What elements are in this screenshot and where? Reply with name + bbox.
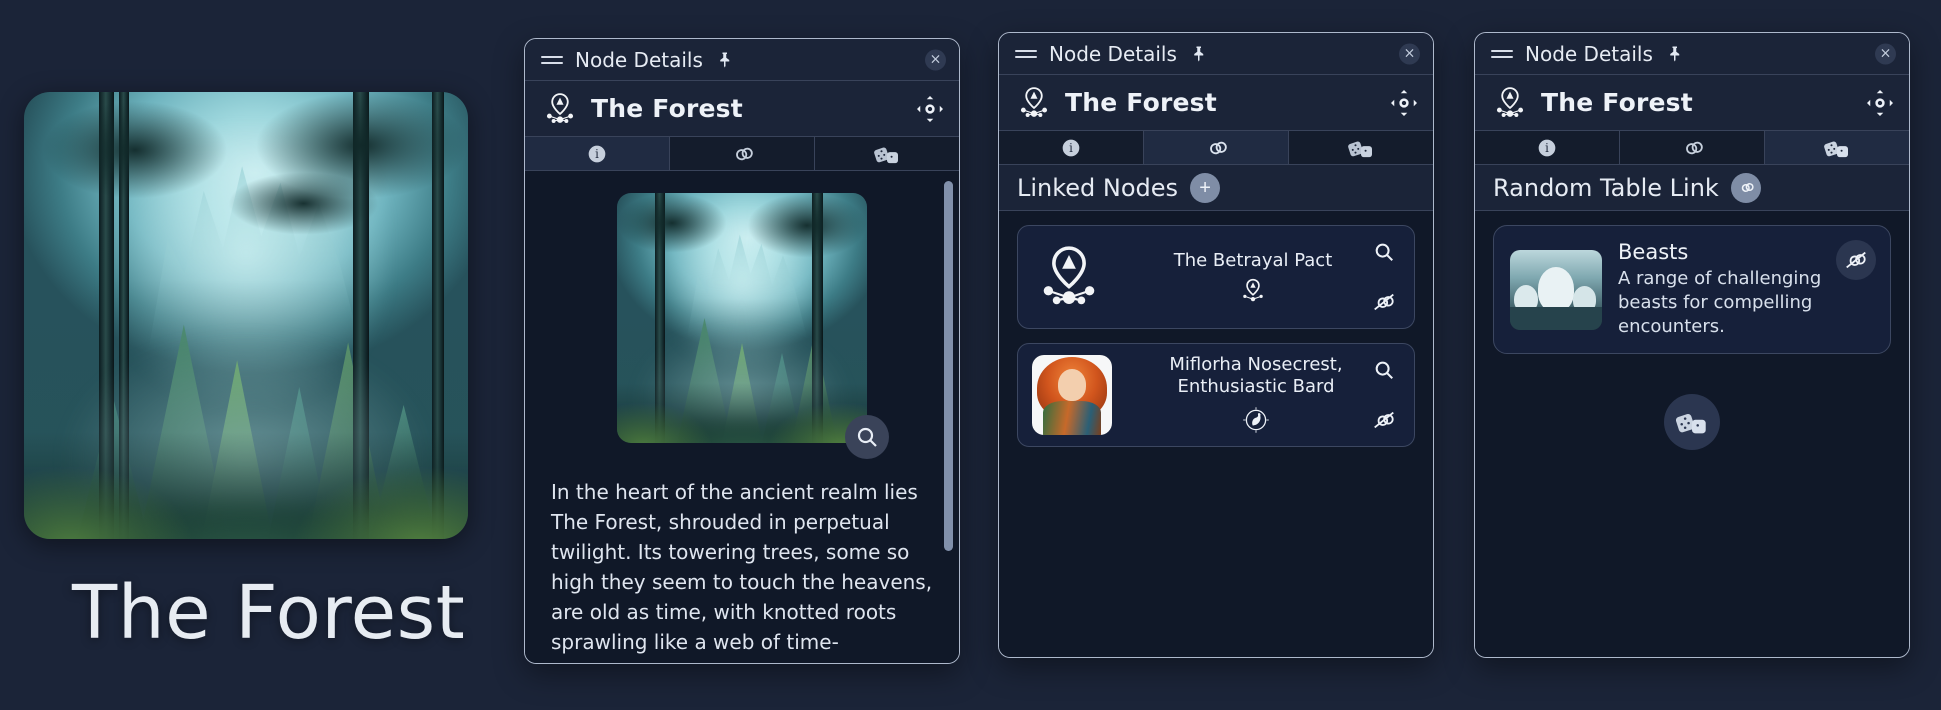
pin-icon[interactable] bbox=[1665, 44, 1683, 64]
image-thumbnail-wrapper bbox=[617, 193, 889, 459]
list-item[interactable]: Beasts A range of challenging beasts for… bbox=[1493, 225, 1891, 354]
page-title: The Forest bbox=[72, 570, 466, 656]
portrait-art bbox=[1032, 355, 1112, 435]
beasts-artwork bbox=[1510, 249, 1602, 330]
tab-bar[interactable]: i bbox=[525, 137, 959, 171]
table-thumbnail bbox=[1510, 249, 1602, 330]
section-label: Random Table Link bbox=[1493, 173, 1719, 202]
panel-body-info: In the heart of the ancient realm lies T… bbox=[525, 171, 959, 663]
tab-info[interactable]: i bbox=[1475, 131, 1620, 164]
map-node-pin-icon bbox=[543, 92, 577, 126]
panel-title: Node Details bbox=[1525, 41, 1653, 66]
forest-thumbnail-art bbox=[617, 193, 867, 443]
tab-links[interactable] bbox=[1144, 131, 1289, 164]
forest-artwork bbox=[24, 92, 468, 539]
table-description: A range of challenging beasts for compel… bbox=[1618, 268, 1822, 337]
close-icon[interactable]: × bbox=[1875, 43, 1896, 64]
node-image[interactable] bbox=[617, 193, 867, 443]
map-node-pin-icon bbox=[1032, 244, 1106, 310]
linked-nodes-list: The Betrayal Pact Miflorha Nosecrest, En… bbox=[999, 211, 1433, 461]
magnify-icon[interactable] bbox=[1370, 238, 1398, 266]
hamburger-icon[interactable] bbox=[1015, 47, 1037, 61]
linked-nodes-section-header: Linked Nodes + bbox=[999, 165, 1433, 211]
magnify-icon[interactable] bbox=[845, 415, 889, 459]
vertical-scrollbar[interactable] bbox=[944, 181, 953, 551]
unlink-icon[interactable] bbox=[1836, 240, 1876, 280]
linked-node-title: The Betrayal Pact bbox=[1173, 250, 1333, 271]
random-table-list: Beasts A range of challenging beasts for… bbox=[1475, 211, 1909, 464]
node-summary-row: The Forest bbox=[1475, 75, 1909, 131]
svg-text:i: i bbox=[595, 147, 599, 161]
focus-target-icon[interactable] bbox=[917, 95, 943, 122]
dice-icon[interactable] bbox=[1664, 394, 1720, 450]
node-description: In the heart of the ancient realm lies T… bbox=[551, 480, 933, 654]
close-icon[interactable]: × bbox=[1399, 43, 1420, 64]
map-node-pin-icon bbox=[1017, 86, 1051, 120]
svg-text:i: i bbox=[1069, 141, 1073, 155]
hero-image bbox=[24, 92, 468, 539]
list-item-actions bbox=[1364, 344, 1404, 446]
section-label: Linked Nodes bbox=[1017, 173, 1179, 202]
link-chain-icon[interactable] bbox=[1730, 172, 1761, 203]
node-details-panel-tables[interactable]: Node Details × The Forest i Random Table… bbox=[1474, 32, 1910, 658]
tab-info[interactable]: i bbox=[525, 137, 670, 170]
app-root: The Forest Node Details × The Forest i I… bbox=[0, 0, 1941, 710]
tab-info[interactable]: i bbox=[999, 131, 1144, 164]
list-item[interactable]: The Betrayal Pact bbox=[1017, 225, 1415, 329]
pin-icon[interactable] bbox=[715, 50, 733, 70]
close-icon[interactable]: × bbox=[925, 49, 946, 70]
swan-emblem-icon bbox=[1118, 404, 1394, 436]
list-item[interactable]: Miflorha Nosecrest, Enthusiastic Bard bbox=[1017, 343, 1415, 447]
node-summary-row: The Forest bbox=[999, 75, 1433, 131]
hamburger-icon[interactable] bbox=[541, 53, 563, 67]
panel-header[interactable]: Node Details × bbox=[525, 39, 959, 81]
linked-node-title: Miflorha Nosecrest, Enthusiastic Bard bbox=[1169, 354, 1343, 397]
panel-body-tables: Beasts A range of challenging beasts for… bbox=[1475, 211, 1909, 657]
tab-random-tables[interactable] bbox=[1289, 131, 1433, 164]
panel-header[interactable]: Node Details × bbox=[999, 33, 1433, 75]
unlink-icon[interactable] bbox=[1370, 288, 1398, 316]
random-table-section-header: Random Table Link bbox=[1475, 165, 1909, 211]
node-details-panel-links[interactable]: Node Details × The Forest i Linked Nodes… bbox=[998, 32, 1434, 658]
tab-bar[interactable]: i bbox=[999, 131, 1433, 165]
hero-section: The Forest bbox=[0, 0, 500, 710]
node-name: The Forest bbox=[1541, 88, 1693, 117]
focus-target-icon[interactable] bbox=[1391, 89, 1417, 116]
add-link-button[interactable]: + bbox=[1190, 172, 1221, 203]
pin-icon[interactable] bbox=[1189, 44, 1207, 64]
panel-title: Node Details bbox=[575, 47, 703, 72]
node-details-panel-info[interactable]: Node Details × The Forest i In the heart… bbox=[524, 38, 960, 664]
magnify-icon[interactable] bbox=[1370, 356, 1398, 384]
panel-body-links: The Betrayal Pact Miflorha Nosecrest, En… bbox=[999, 211, 1433, 657]
avatar bbox=[1032, 355, 1112, 435]
list-item-actions bbox=[1364, 226, 1404, 328]
hamburger-icon[interactable] bbox=[1491, 47, 1513, 61]
tab-random-tables[interactable] bbox=[815, 137, 959, 170]
table-title: Beasts bbox=[1618, 240, 1689, 264]
panel-header[interactable]: Node Details × bbox=[1475, 33, 1909, 75]
list-item-content: The Betrayal Pact bbox=[1106, 250, 1400, 304]
svg-text:i: i bbox=[1545, 141, 1549, 155]
tab-links[interactable] bbox=[1620, 131, 1765, 164]
tab-bar[interactable]: i bbox=[1475, 131, 1909, 165]
node-name: The Forest bbox=[1065, 88, 1217, 117]
panel-title: Node Details bbox=[1049, 41, 1177, 66]
list-item-content: Miflorha Nosecrest, Enthusiastic Bard bbox=[1112, 354, 1400, 436]
map-node-pin-icon bbox=[1112, 278, 1394, 304]
tab-links[interactable] bbox=[670, 137, 815, 170]
node-summary-row: The Forest bbox=[525, 81, 959, 137]
node-name: The Forest bbox=[591, 94, 743, 123]
focus-target-icon[interactable] bbox=[1867, 89, 1893, 116]
unlink-icon[interactable] bbox=[1370, 406, 1398, 434]
tab-random-tables[interactable] bbox=[1765, 131, 1909, 164]
map-node-pin-icon bbox=[1493, 86, 1527, 120]
